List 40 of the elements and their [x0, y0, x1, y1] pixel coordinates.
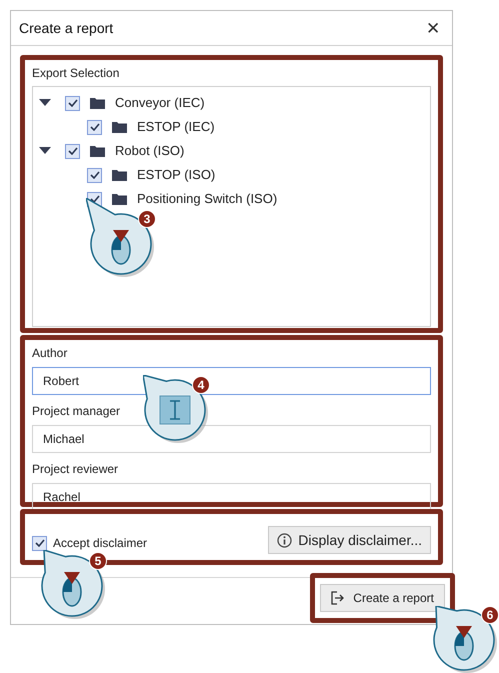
- field-label: Project manager: [32, 403, 122, 420]
- tree-item-label[interactable]: ESTOP (ISO): [137, 165, 216, 185]
- tree-item-label[interactable]: ESTOP (IEC): [137, 117, 215, 137]
- display-disclaimer-button[interactable]: Display disclaimer...: [268, 526, 431, 554]
- export-icon: [331, 591, 346, 605]
- tree-item-label[interactable]: Conveyor (IEC): [115, 93, 205, 113]
- checkmark-icon: [90, 195, 100, 203]
- field-label: Author: [32, 345, 68, 362]
- checkmark-icon: [34, 539, 44, 547]
- checkmark-icon: [90, 171, 100, 179]
- checkbox[interactable]: [87, 120, 102, 134]
- folder-icon: [90, 97, 105, 109]
- checkmark-icon: [68, 147, 78, 155]
- folder-icon: [112, 169, 127, 181]
- tree-item-label[interactable]: Positioning Switch (ISO): [137, 189, 278, 209]
- folder-icon: [112, 193, 127, 205]
- checkmark-icon: [90, 123, 100, 131]
- step-number-badge: 6: [481, 606, 499, 624]
- text-field[interactable]: Rachel: [32, 483, 431, 511]
- field-label: Project reviewer: [32, 461, 120, 478]
- expand-caret-icon[interactable]: [39, 99, 51, 107]
- checkbox[interactable]: [32, 536, 47, 550]
- text-field[interactable]: Michael: [32, 425, 431, 453]
- folder-icon: [90, 145, 105, 157]
- create-report-button[interactable]: Create a report: [320, 584, 445, 612]
- close-button[interactable]: ✕: [422, 20, 444, 36]
- checkbox-label: Accept disclaimer: [53, 535, 148, 552]
- callout-bubble: [432, 606, 498, 673]
- callout-bubble: [40, 550, 106, 620]
- tree-item-label[interactable]: Robot (ISO): [115, 141, 184, 161]
- checkbox[interactable]: [87, 168, 102, 182]
- checkbox[interactable]: [65, 144, 80, 158]
- window-title: Create a report: [19, 18, 114, 38]
- folder-icon: [112, 121, 127, 133]
- callout-bubble: [143, 375, 209, 444]
- expand-caret-icon[interactable]: [39, 147, 51, 155]
- checkmark-icon: [68, 99, 78, 107]
- checkbox[interactable]: [65, 96, 80, 110]
- section-label: Export Selection: [32, 65, 120, 82]
- info-icon: [277, 532, 292, 548]
